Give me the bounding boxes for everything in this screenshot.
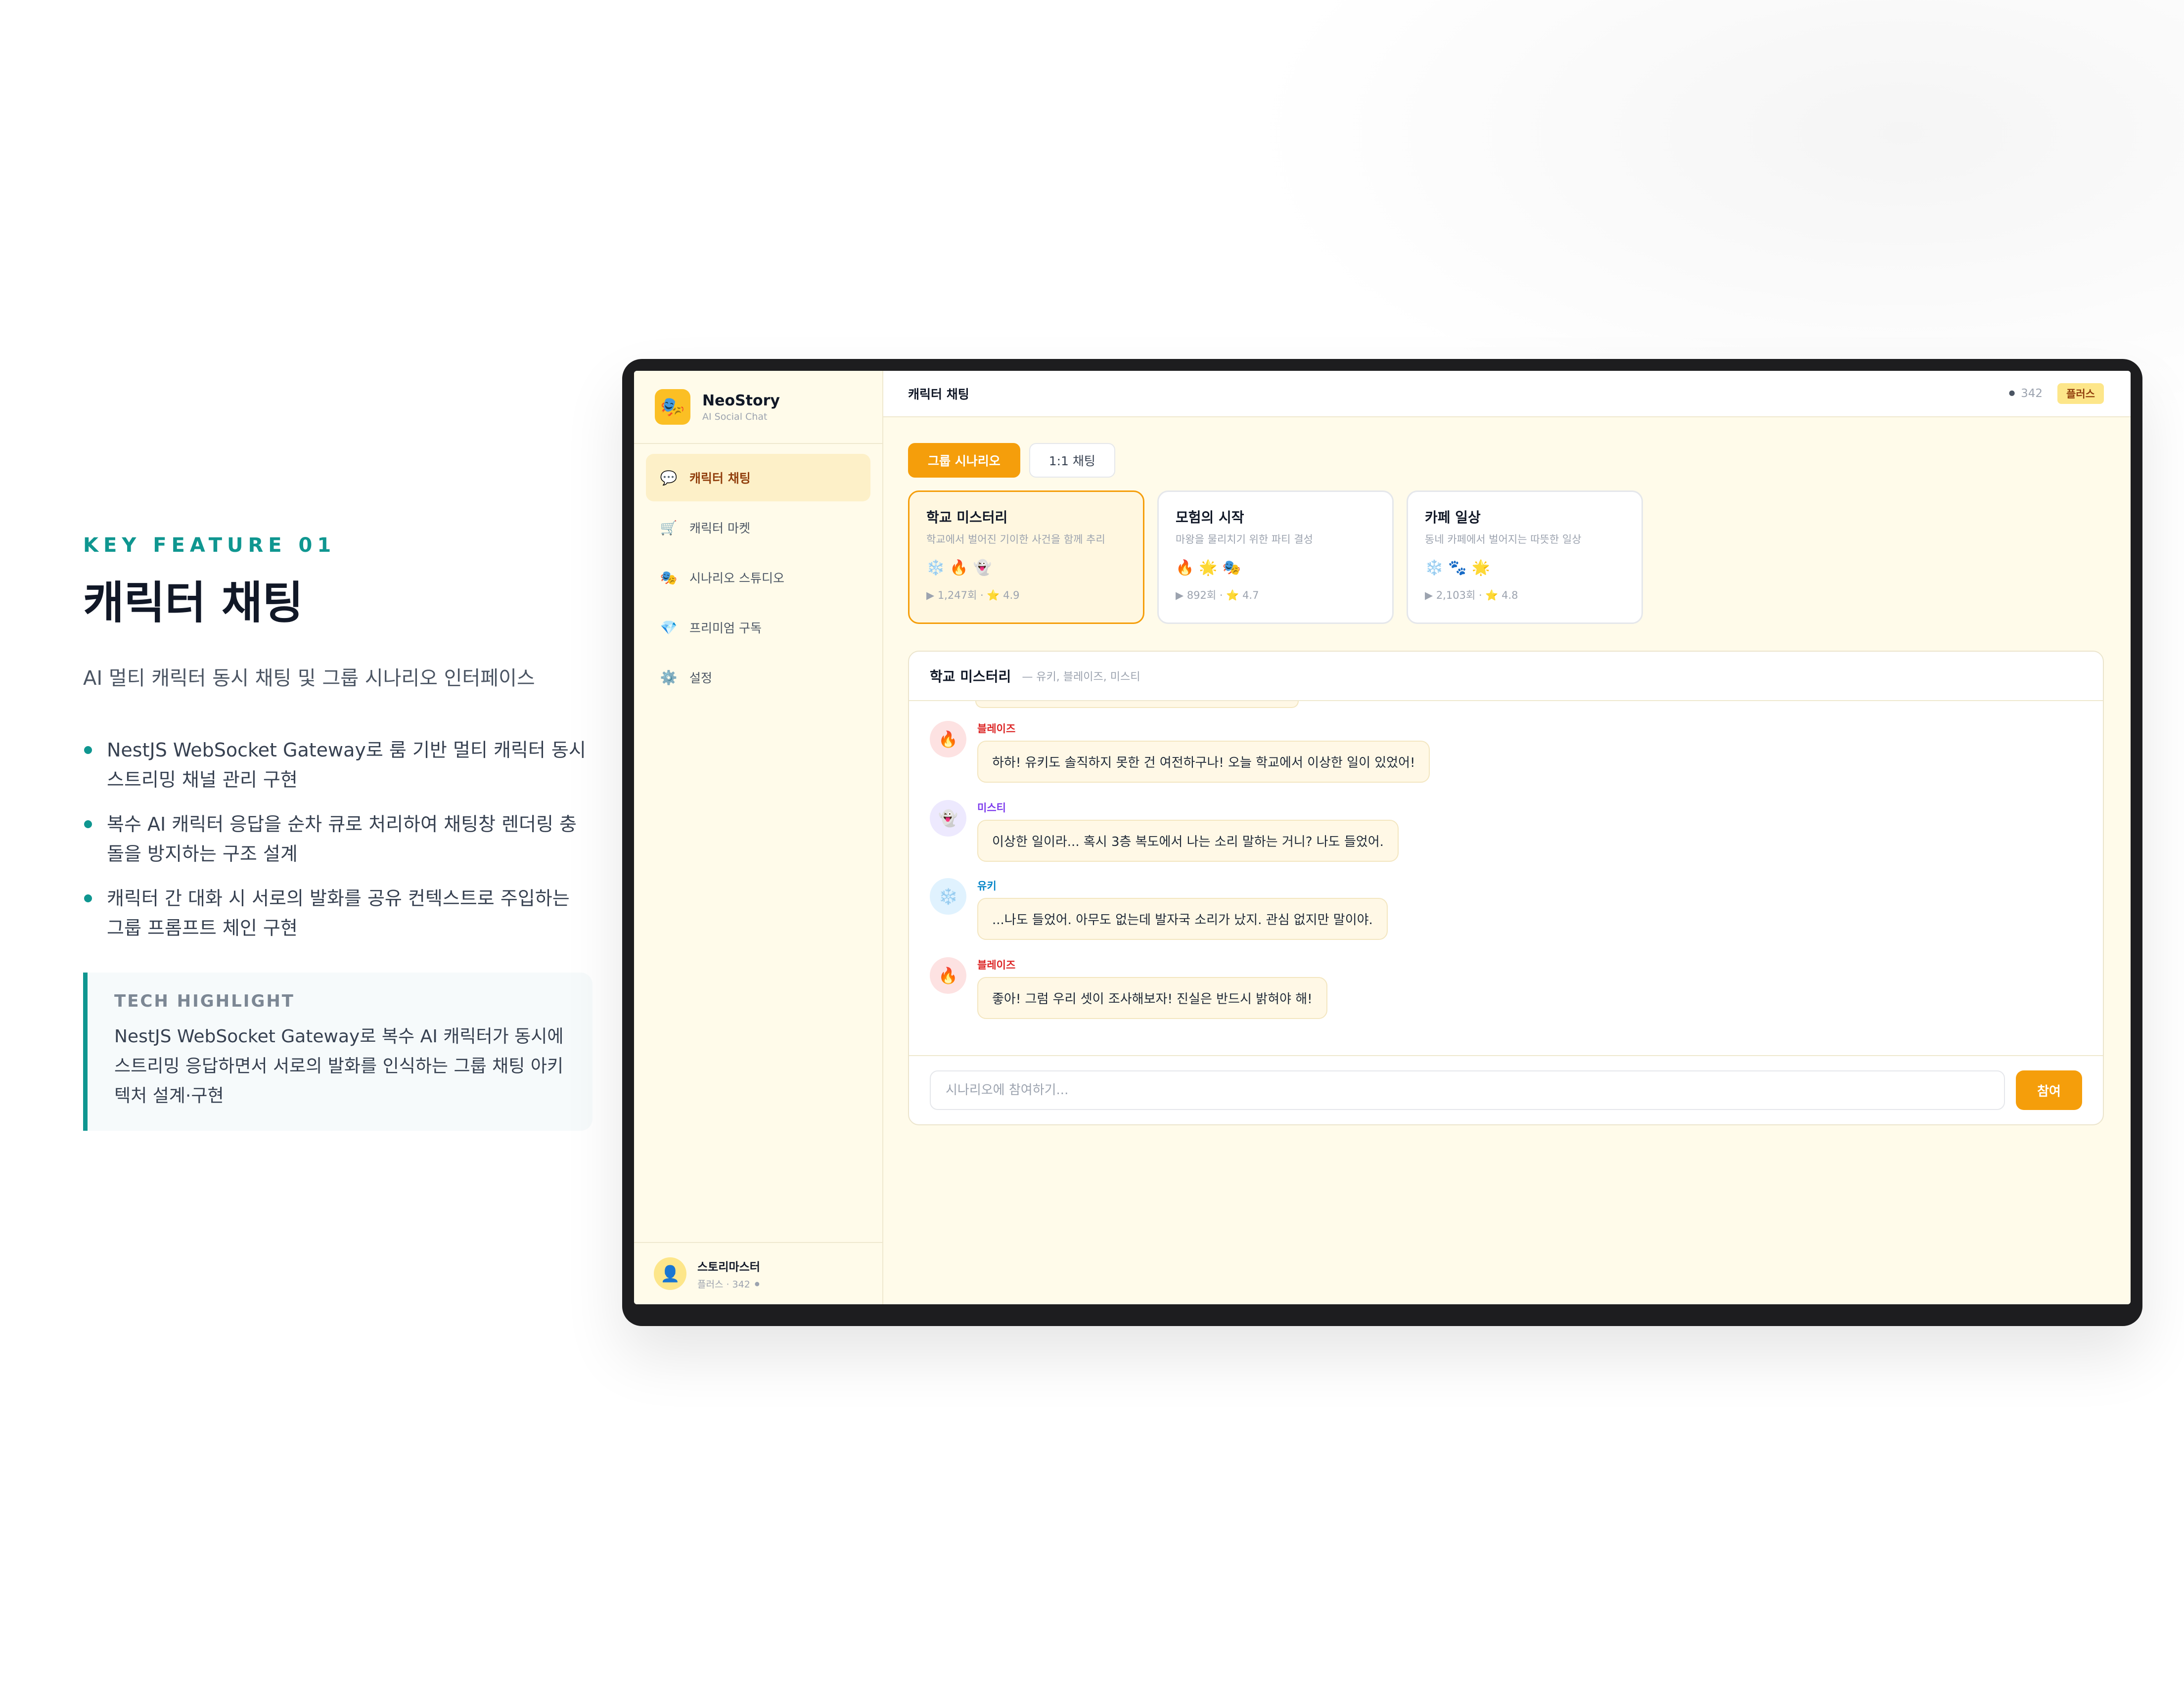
sidebar-item-label: 캐릭터 마켓 bbox=[689, 521, 750, 535]
message: 🔥 블레이즈 하하! 유키도 솔직하지 못한 건 여전하구나! 오늘 학교에서 … bbox=[930, 721, 1430, 783]
message-composer: 참여 bbox=[909, 1055, 2103, 1124]
plan-badge[interactable]: 플러스 bbox=[2057, 383, 2104, 404]
sidebar-item-character-market[interactable]: 🛒 캐릭터 마켓 bbox=[646, 504, 870, 551]
feature-bullet-text: 캐릭터 간 대화 시 서로의 발화를 공유 컨텍스트로 주입하는 그룹 프롬프트… bbox=[107, 887, 570, 939]
feature-bullet: NestJS WebSocket Gateway로 룸 기반 멀티 캐릭터 동시… bbox=[83, 735, 592, 795]
scenario-stats: ▶ 2,103회 · ⭐ 4.8 bbox=[1425, 589, 1518, 601]
sidebar-item-scenario-studio[interactable]: 🎭 시나리오 스튜디오 bbox=[646, 554, 870, 601]
feature-description: KEY FEATURE 01 캐릭터 채팅 AI 멀티 캐릭터 동시 채팅 및 … bbox=[83, 534, 592, 1131]
fire-avatar-icon: 🔥 bbox=[930, 721, 966, 757]
app-screen: 🎭 NeoStory AI Social Chat 💬 캐릭터 채팅 🛒 캐릭터… bbox=[634, 371, 2131, 1304]
message-list[interactable]: 🔥 블레이즈 하하! 유키도 솔직하지 못한 건 여전하구나! 오늘 학교에서 … bbox=[909, 701, 2103, 1055]
user-profile[interactable]: 👤 스토리마스터 플러스 · 342 ⚫ bbox=[634, 1242, 882, 1304]
scenario-stats: ▶ 1,247회 · ⭐ 4.9 bbox=[926, 589, 1020, 601]
message: ❄️ 유키 ...나도 들었어. 아무도 없는데 발자국 소리가 났지. 관심 … bbox=[930, 878, 1388, 940]
scenario-character-icons: 🔥🌟🎭 bbox=[1176, 559, 1246, 576]
message-author: 블레이즈 bbox=[977, 959, 1016, 971]
masks-icon: 🎭 bbox=[660, 569, 678, 586]
message-input[interactable] bbox=[930, 1070, 2005, 1110]
message-author: 미스티 bbox=[977, 802, 1006, 814]
masks-logo-icon: 🎭 bbox=[655, 389, 690, 425]
sidebar-item-character-chat[interactable]: 💬 캐릭터 채팅 bbox=[646, 454, 870, 501]
chat-title: 학교 미스터리 bbox=[930, 668, 1011, 685]
chat-header: 학교 미스터리 — 유키, 블레이즈, 미스티 bbox=[909, 652, 2103, 701]
tech-highlight-text: NestJS WebSocket Gateway로 복수 AI 캐릭터가 동시에… bbox=[114, 1026, 564, 1106]
message-bubble: 하하! 유키도 솔직하지 못한 건 여전하구나! 오늘 학교에서 이상한 일이 … bbox=[977, 741, 1430, 783]
sidebar: 🎭 NeoStory AI Social Chat 💬 캐릭터 채팅 🛒 캐릭터… bbox=[634, 371, 883, 1304]
message-author: 블레이즈 bbox=[977, 723, 1016, 735]
scenario-title: 카페 일상 bbox=[1425, 509, 1481, 526]
topbar: 캐릭터 채팅 ⚫ 342 플러스 bbox=[883, 371, 2131, 417]
feature-bullet: 캐릭터 간 대화 시 서로의 발화를 공유 컨텍스트로 주입하는 그룹 프롬프트… bbox=[83, 884, 592, 943]
user-plan-meta: 플러스 · 342 ⚫ bbox=[697, 1279, 761, 1290]
join-button[interactable]: 참여 bbox=[2016, 1070, 2082, 1110]
feature-bullet-text: 복수 AI 캐릭터 응답을 순차 큐로 처리하여 채팅창 렌더링 충돌을 방지하… bbox=[107, 813, 577, 865]
snowflake-avatar-icon: ❄️ bbox=[930, 878, 966, 915]
feature-title: 캐릭터 채팅 bbox=[83, 577, 304, 629]
feature-bullet-text: NestJS WebSocket Gateway로 룸 기반 멀티 캐릭터 동시… bbox=[107, 739, 586, 791]
scenario-character-icons: ❄️🐾🌟 bbox=[1425, 559, 1496, 576]
message: 🔥 블레이즈 좋아! 그럼 우리 셋이 조사해보자! 진실은 반드시 밝혀야 해… bbox=[930, 957, 1327, 1019]
chat-members: — 유키, 블레이즈, 미스티 bbox=[1022, 671, 1140, 683]
ghost-avatar-icon: 👻 bbox=[930, 800, 966, 837]
scenario-title: 학교 미스터리 bbox=[926, 509, 1008, 526]
sidebar-item-label: 설정 bbox=[689, 671, 713, 685]
sidebar-item-premium[interactable]: 💎 프리미엄 구독 bbox=[646, 604, 870, 651]
feature-subtitle: AI 멀티 캐릭터 동시 채팅 및 그룹 시나리오 인터페이스 bbox=[83, 667, 535, 690]
scenario-card-school-mystery[interactable]: 학교 미스터리 학교에서 벌어진 기이한 사건을 함께 추리 ❄️🔥👻 ▶ 1,… bbox=[908, 490, 1144, 624]
bullet-dot-icon bbox=[84, 894, 92, 902]
feature-bullet: 복수 AI 캐릭터 응답을 순차 큐로 처리하여 채팅창 렌더링 충돌을 방지하… bbox=[83, 809, 592, 869]
bullet-dot-icon bbox=[84, 820, 92, 828]
scenario-description: 동네 카페에서 벌어지는 따뜻한 일상 bbox=[1425, 533, 1582, 545]
main-panel: 캐릭터 채팅 ⚫ 342 플러스 그룹 시나리오 1:1 채팅 학교 미스터리 … bbox=[883, 371, 2131, 1304]
message-bubble-partial bbox=[975, 701, 1299, 708]
brand-name: NeoStory bbox=[702, 392, 780, 409]
gem-icon: 💎 bbox=[660, 619, 678, 636]
page-title: 캐릭터 채팅 bbox=[908, 387, 969, 401]
feature-bullets: NestJS WebSocket Gateway로 룸 기반 멀티 캐릭터 동시… bbox=[83, 735, 592, 943]
sidebar-item-label: 시나리오 스튜디오 bbox=[689, 571, 784, 585]
feature-kicker: KEY FEATURE 01 bbox=[83, 534, 336, 557]
chat-mode-tabs: 그룹 시나리오 1:1 채팅 bbox=[908, 443, 2104, 478]
sidebar-item-settings[interactable]: ⚙️ 설정 bbox=[646, 654, 870, 701]
speech-bubble-icon: 💬 bbox=[660, 469, 678, 486]
tab-group-scenario[interactable]: 그룹 시나리오 bbox=[908, 443, 1020, 478]
message-bubble: 좋아! 그럼 우리 셋이 조사해보자! 진실은 반드시 밝혀야 해! bbox=[977, 977, 1327, 1019]
sidebar-nav: 💬 캐릭터 채팅 🛒 캐릭터 마켓 🎭 시나리오 스튜디오 💎 프리미엄 구독 … bbox=[634, 444, 882, 713]
brand-tagline: AI Social Chat bbox=[702, 411, 768, 422]
brand[interactable]: 🎭 NeoStory AI Social Chat bbox=[634, 371, 882, 444]
coin-count: 342 bbox=[2021, 387, 2043, 400]
sidebar-item-label: 프리미엄 구독 bbox=[689, 621, 762, 635]
sidebar-item-label: 캐릭터 채팅 bbox=[689, 471, 751, 486]
scenario-title: 모험의 시작 bbox=[1176, 509, 1244, 526]
chat-panel: 학교 미스터리 — 유키, 블레이즈, 미스티 🔥 블레이즈 하하! 유키도 솔… bbox=[908, 651, 2104, 1125]
cart-icon: 🛒 bbox=[660, 519, 678, 536]
tech-highlight: TECH HIGHLIGHT NestJS WebSocket Gateway로… bbox=[83, 973, 592, 1131]
scenario-card-cafe[interactable]: 카페 일상 동네 카페에서 벌어지는 따뜻한 일상 ❄️🐾🌟 ▶ 2,103회 … bbox=[1407, 490, 1643, 624]
coin-icon: ⚫ bbox=[2007, 387, 2017, 400]
tech-highlight-label: TECH HIGHLIGHT bbox=[114, 991, 295, 1011]
scenario-card-adventure[interactable]: 모험의 시작 마왕을 물리치기 위한 파티 결성 🔥🌟🎭 ▶ 892회 · ⭐ … bbox=[1157, 490, 1394, 624]
scenario-description: 마왕을 물리치기 위한 파티 결성 bbox=[1176, 533, 1313, 545]
message: 👻 미스티 이상한 일이라... 혹시 3층 복도에서 나는 소리 말하는 거니… bbox=[930, 800, 1399, 862]
content: 그룹 시나리오 1:1 채팅 학교 미스터리 학교에서 벌어진 기이한 사건을 … bbox=[883, 417, 2131, 1125]
message-bubble: 이상한 일이라... 혹시 3층 복도에서 나는 소리 말하는 거니? 나도 들… bbox=[977, 820, 1399, 862]
fire-avatar-icon: 🔥 bbox=[930, 957, 966, 994]
device-frame: 🎭 NeoStory AI Social Chat 💬 캐릭터 채팅 🛒 캐릭터… bbox=[622, 359, 2142, 1326]
scenario-description: 학교에서 벌어진 기이한 사건을 함께 추리 bbox=[926, 533, 1105, 545]
user-name: 스토리마스터 bbox=[697, 1260, 760, 1274]
message-bubble: ...나도 들었어. 아무도 없는데 발자국 소리가 났지. 관심 없지만 말이… bbox=[977, 898, 1388, 940]
user-avatar-icon: 👤 bbox=[654, 1257, 686, 1290]
message-author: 유키 bbox=[977, 880, 997, 892]
bullet-dot-icon bbox=[84, 746, 92, 754]
scenario-character-icons: ❄️🔥👻 bbox=[926, 559, 997, 576]
tab-one-on-one[interactable]: 1:1 채팅 bbox=[1029, 443, 1115, 478]
scenario-stats: ▶ 892회 · ⭐ 4.7 bbox=[1176, 589, 1259, 601]
gear-icon: ⚙️ bbox=[660, 669, 678, 686]
scenario-cards: 학교 미스터리 학교에서 벌어진 기이한 사건을 함께 추리 ❄️🔥👻 ▶ 1,… bbox=[908, 490, 2104, 624]
